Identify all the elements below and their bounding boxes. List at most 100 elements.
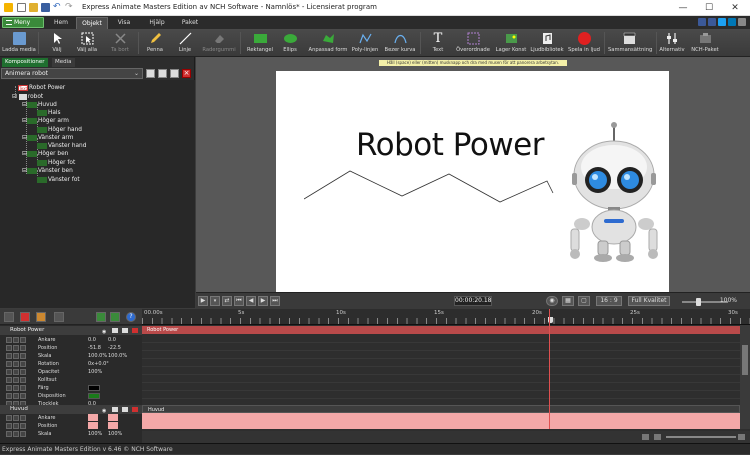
stroke-color-swatch[interactable] bbox=[88, 393, 100, 399]
timeline-zoom-slider[interactable] bbox=[666, 436, 736, 438]
keyframe-prev-icon[interactable] bbox=[6, 431, 12, 437]
keyframe-add-icon[interactable] bbox=[13, 353, 19, 359]
keyframe-next-icon[interactable] bbox=[20, 345, 26, 351]
polyline-shape[interactable] bbox=[304, 162, 556, 212]
text-button[interactable]: T Text bbox=[428, 30, 448, 53]
keyframe-next-icon[interactable] bbox=[20, 431, 26, 437]
safe-area-icon[interactable]: ▢ bbox=[578, 296, 590, 306]
layer-settings-icon[interactable] bbox=[54, 312, 64, 322]
delete-layer-icon[interactable] bbox=[132, 407, 138, 412]
custom-shape-button[interactable]: Anpassad form bbox=[307, 30, 349, 53]
property-value-1[interactable]: 0x+0.0° bbox=[88, 360, 109, 368]
keyframe-next-icon[interactable] bbox=[20, 377, 26, 383]
delete-layer-icon[interactable] bbox=[132, 328, 138, 333]
keyframe-prev-icon[interactable] bbox=[6, 369, 12, 375]
property-value-2[interactable]: -22.5 bbox=[108, 344, 121, 352]
move-down-icon[interactable] bbox=[110, 312, 120, 322]
keyframe-prev-icon[interactable] bbox=[6, 345, 12, 351]
property-value-1[interactable]: 100.0% bbox=[88, 352, 107, 360]
eye-icon[interactable]: ◉ bbox=[546, 296, 558, 306]
step-forward-icon[interactable]: ▶ bbox=[258, 296, 268, 306]
keyframe-prev-icon[interactable] bbox=[6, 377, 12, 383]
lock-icon[interactable] bbox=[112, 407, 118, 412]
keyframe-add-icon[interactable] bbox=[13, 361, 19, 367]
property-value-1[interactable] bbox=[88, 414, 98, 421]
property-row[interactable]: Färg bbox=[0, 384, 142, 392]
property-row[interactable]: Opacitet 100% bbox=[0, 368, 142, 376]
record-audio-button[interactable]: Spela in ljud bbox=[567, 30, 601, 53]
keyframe-prev-icon[interactable] bbox=[6, 393, 12, 399]
property-row[interactable]: Ankare bbox=[0, 414, 142, 422]
keyframe-prev-icon[interactable] bbox=[6, 353, 12, 359]
undo-icon[interactable]: ↶ bbox=[53, 3, 62, 12]
tab-media[interactable]: Media bbox=[52, 58, 75, 67]
load-media-button[interactable]: Ladda media bbox=[2, 30, 36, 53]
property-row[interactable]: Position bbox=[0, 422, 142, 430]
property-value-1[interactable]: -51.8 bbox=[88, 344, 101, 352]
tree-item-huvud[interactable]: ⊟ Huvud bbox=[22, 101, 57, 109]
keyframe-mode-icon[interactable] bbox=[4, 312, 14, 322]
polyline-button[interactable]: Poly-linjen bbox=[351, 30, 379, 53]
tree-item-vanster-hand[interactable]: Vänster hand bbox=[37, 142, 86, 150]
property-row[interactable]: Position -51.8 -22.5 bbox=[0, 344, 142, 352]
timeline-tracks[interactable]: Robot Power Huvud bbox=[142, 309, 750, 443]
property-value-2[interactable] bbox=[108, 414, 118, 421]
keyframe-next-icon[interactable] bbox=[20, 393, 26, 399]
property-value-2[interactable] bbox=[108, 422, 118, 429]
tab-compositions[interactable]: Kompositioner bbox=[2, 58, 48, 67]
close-window-button[interactable]: ✕ bbox=[722, 1, 748, 15]
keyframe-prev-icon[interactable] bbox=[6, 415, 12, 421]
property-value-1[interactable]: 0.0 bbox=[88, 336, 96, 344]
layer-header-huvud[interactable]: Huvud ◉ bbox=[0, 405, 142, 414]
lock-icon[interactable] bbox=[112, 328, 118, 333]
zoom-in-icon[interactable] bbox=[738, 434, 745, 440]
property-value-2[interactable]: 0.0 bbox=[108, 336, 116, 344]
property-row[interactable]: Skala 100.0% 100.0% bbox=[0, 352, 142, 360]
tree-item-vanster-ben[interactable]: ⊟ Vänster ben bbox=[22, 167, 73, 175]
track-bar-robot-power[interactable]: Robot Power bbox=[142, 326, 740, 334]
redo-icon[interactable]: ↷ bbox=[65, 3, 74, 12]
tab-hjalp[interactable]: Hjälp bbox=[142, 17, 172, 29]
help-icon[interactable] bbox=[738, 18, 746, 26]
linkedin-icon[interactable] bbox=[728, 18, 736, 26]
zoom-out-icon[interactable] bbox=[654, 434, 661, 440]
keyframe-track[interactable] bbox=[142, 413, 740, 429]
keyframe-next-icon[interactable] bbox=[20, 415, 26, 421]
scrollbar-thumb[interactable] bbox=[742, 345, 748, 375]
solo-icon[interactable] bbox=[122, 407, 128, 412]
tab-visa[interactable]: Visa bbox=[110, 17, 138, 29]
select-all-button[interactable]: Välj alla bbox=[72, 30, 102, 53]
twitter-icon[interactable] bbox=[718, 18, 726, 26]
loop-icon[interactable]: ⇄ bbox=[222, 296, 232, 306]
line-button[interactable]: Linje bbox=[173, 30, 197, 53]
tree-item-hoger-hand[interactable]: Höger hand bbox=[37, 126, 82, 134]
keyframe-add-icon[interactable] bbox=[13, 393, 19, 399]
keyframe-next-icon[interactable] bbox=[20, 385, 26, 391]
property-value-1[interactable] bbox=[88, 422, 98, 429]
keyframe-prev-icon[interactable] bbox=[6, 423, 12, 429]
aspect-ratio-button[interactable]: 16 : 9 bbox=[596, 296, 622, 306]
property-value-2[interactable]: 100.0% bbox=[108, 352, 127, 360]
menu-button[interactable]: Meny bbox=[2, 17, 44, 28]
keyframe-add-icon[interactable] bbox=[13, 423, 19, 429]
keyframe-add-icon[interactable] bbox=[13, 385, 19, 391]
solo-icon[interactable] bbox=[122, 328, 128, 333]
grid-icon[interactable]: ▦ bbox=[562, 296, 574, 306]
eraser-button[interactable]: Radergummi bbox=[201, 30, 237, 53]
facebook-icon[interactable] bbox=[708, 18, 716, 26]
keyframe-add-icon[interactable] bbox=[13, 415, 19, 421]
property-value-1[interactable]: 100% bbox=[88, 368, 102, 376]
open-folder-icon[interactable] bbox=[29, 3, 38, 12]
sound-library-button[interactable]: Ljudbibliotek bbox=[530, 30, 564, 53]
tree-item-hoger-arm[interactable]: ⊟ Höger arm bbox=[22, 117, 69, 125]
tree-item-hoger-ben[interactable]: ⊟ Höger ben bbox=[22, 150, 68, 158]
tree-item-robot[interactable]: ⊟ robot bbox=[12, 93, 43, 101]
robot-figure[interactable] bbox=[566, 121, 662, 263]
tab-objekt[interactable]: Objekt bbox=[76, 17, 108, 29]
timeline-ruler[interactable]: 00.00s 5s 10s 15s 20s 25s 30s bbox=[142, 309, 750, 325]
keyframe-next-icon[interactable] bbox=[20, 369, 26, 375]
property-row[interactable]: Ankare 0.0 0.0 bbox=[0, 336, 142, 344]
quality-button[interactable]: Full Kvalitet bbox=[628, 296, 670, 306]
keyframe-prev-icon[interactable] bbox=[6, 337, 12, 343]
remove-composition-icon[interactable]: × bbox=[182, 69, 191, 78]
